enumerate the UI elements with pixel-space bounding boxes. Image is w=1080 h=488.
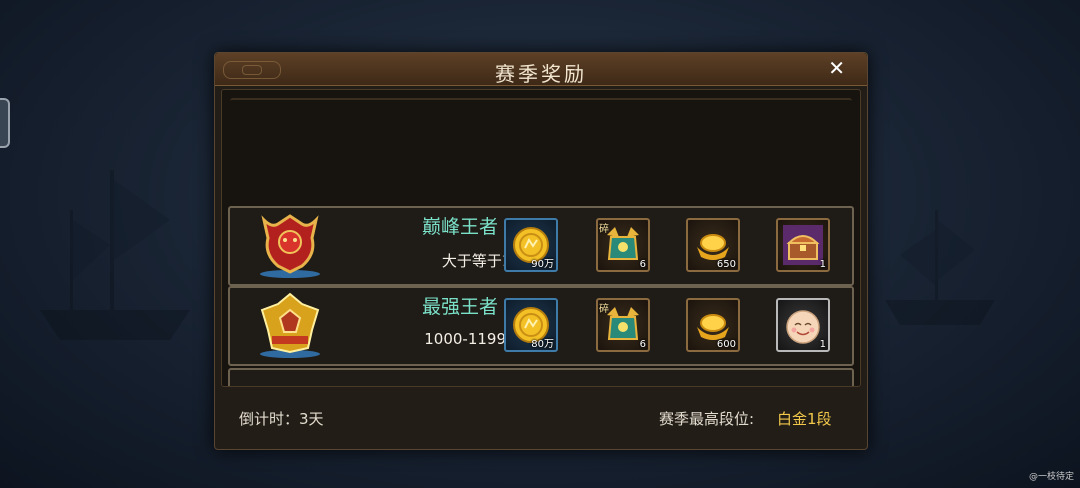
ship-silhouette-left: [40, 170, 190, 340]
reward-treasure-chest[interactable]: 1: [776, 218, 830, 272]
reward-count: 1: [819, 339, 826, 350]
season-reward-dialog: 赛季奖励 ✕ 巅峰王者 大于等于1200 90万 碎 6 650 1 最强王者 …: [214, 52, 868, 450]
reward-hero-shard-chest[interactable]: 碎 6: [596, 218, 650, 272]
side-tab-handle[interactable]: [0, 98, 10, 148]
dialog-title-bar: 赛季奖励 ✕: [215, 53, 867, 86]
rank-row-partial: [228, 368, 854, 386]
treasure-chest-icon: [783, 225, 823, 265]
reward-count: 1: [819, 259, 826, 270]
reward-gold-coin[interactable]: 80万: [504, 298, 558, 352]
reward-hero-shard-chest[interactable]: 碎 6: [596, 298, 650, 352]
watermark: @一枝待定: [1028, 472, 1074, 482]
shard-tag: 碎: [599, 224, 609, 235]
countdown-label: 倒计时：3天: [239, 410, 324, 428]
reward-gold-coin[interactable]: 90万: [504, 218, 558, 272]
reward-list[interactable]: 巅峰王者 大于等于1200 90万 碎 6 650 1 最强王者 1000-11…: [221, 89, 861, 387]
season-best-rank-value: 白金1段: [777, 410, 832, 428]
reward-count: 80万: [531, 339, 554, 350]
season-best-rank-label: 赛季最高段位:: [659, 410, 755, 428]
reward-count: 600: [716, 339, 736, 350]
reward-gold-ingot[interactable]: 600: [686, 298, 740, 352]
rank-row-strongest-king: 最强王者 1000-1199 80万 碎 6 600 1: [228, 286, 854, 366]
rank-row-peak-king: 巅峰王者 大于等于1200 90万 碎 6 650 1: [228, 206, 854, 286]
reward-count: 90万: [531, 259, 554, 270]
reward-count: 650: [716, 259, 736, 270]
close-button[interactable]: ✕: [828, 56, 845, 80]
smiling-face-icon: [786, 310, 820, 344]
dialog-footer: 倒计时：3天 赛季最高段位: 白金1段: [215, 393, 867, 443]
ship-silhouette-right: [885, 210, 995, 325]
reward-gold-ingot[interactable]: 650: [686, 218, 740, 272]
reward-emote[interactable]: 1: [776, 298, 830, 352]
dialog-title: 赛季奖励: [495, 62, 587, 86]
list-top-edge: [230, 98, 852, 108]
red-king-emblem-icon: [260, 214, 320, 278]
reward-count: 6: [639, 339, 646, 350]
gold-king-emblem-icon: [260, 292, 320, 358]
reward-count: 6: [639, 259, 646, 270]
rank-score-range: 1000-1199: [424, 330, 506, 348]
shard-tag: 碎: [599, 304, 609, 315]
